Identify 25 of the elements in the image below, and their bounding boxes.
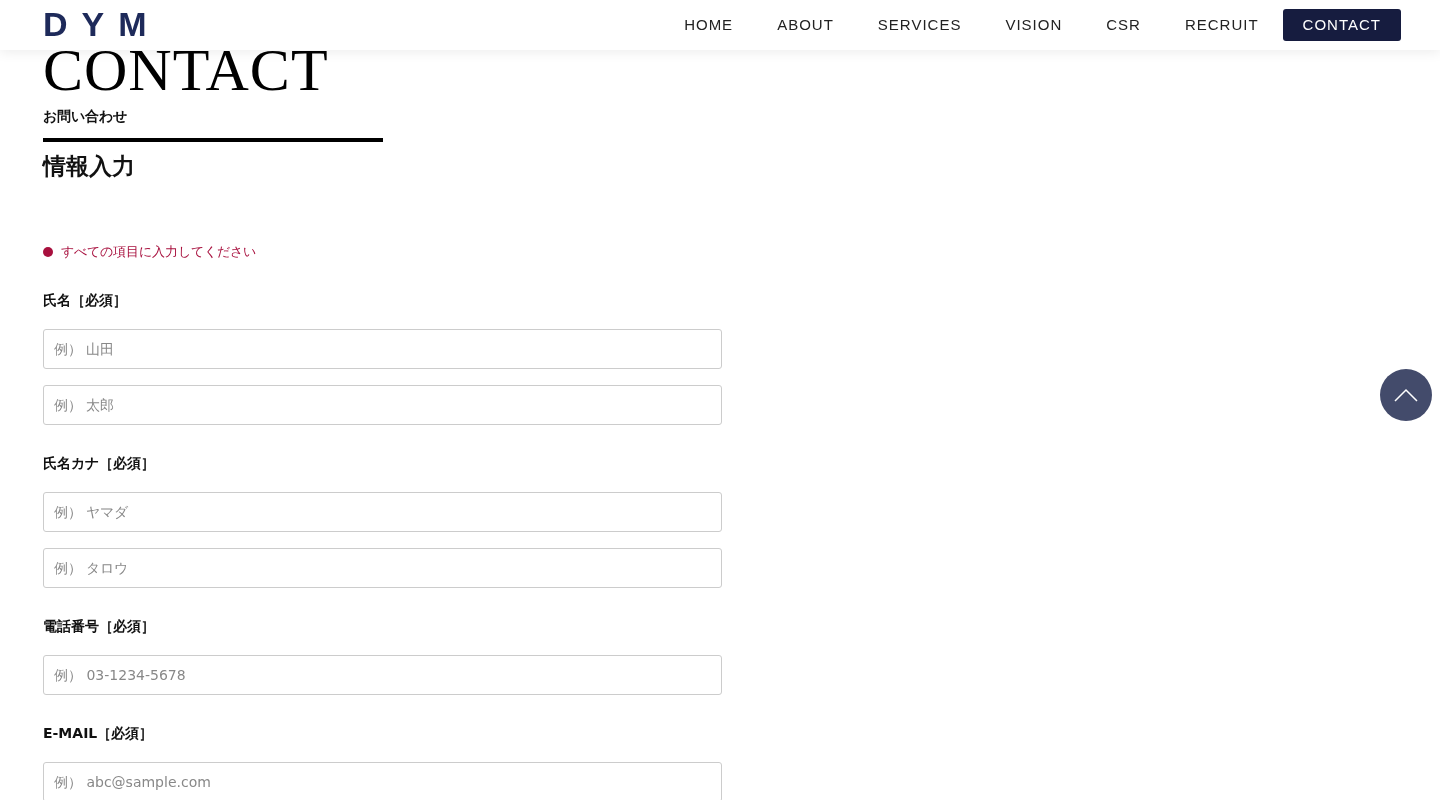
- scroll-to-top-button[interactable]: [1380, 369, 1432, 421]
- nav-link[interactable]: CSR: [1106, 9, 1141, 41]
- section-title: 情報入力: [43, 152, 136, 181]
- nav-link[interactable]: VISION: [1005, 9, 1063, 41]
- input-field[interactable]: 例） タロウ: [43, 548, 722, 588]
- nav-link[interactable]: ABOUT: [777, 9, 834, 41]
- input-field[interactable]: 例） ヤマダ: [43, 492, 722, 532]
- nav-link[interactable]: RECRUIT: [1184, 9, 1259, 41]
- bullet-icon: [43, 247, 53, 257]
- input-field[interactable]: 例） 03-1234-5678: [43, 655, 722, 695]
- field-label: 氏名カナ［必須］: [43, 454, 156, 473]
- nav-link[interactable]: SERVICES: [877, 9, 962, 41]
- input-field[interactable]: 例） 山田: [43, 329, 722, 369]
- input-field[interactable]: 例） 太郎: [43, 385, 722, 425]
- field-label: 電話番号［必須］: [43, 617, 156, 636]
- field-label: E-MAIL［必須］: [43, 724, 155, 743]
- field-label: 氏名［必須］: [43, 291, 128, 310]
- nav-link[interactable]: HOME: [684, 9, 734, 41]
- page-subtitle: お問い合わせ: [43, 108, 128, 124]
- logo[interactable]: DYM: [43, 7, 161, 41]
- chevron-up-icon: [1394, 388, 1418, 402]
- input-field[interactable]: 例） abc@sample.com: [43, 762, 722, 800]
- required-notice: すべての項目に入力してください: [61, 243, 256, 261]
- nav-link[interactable]: CONTACT: [1282, 8, 1401, 42]
- page-title: CONTACT: [43, 40, 330, 100]
